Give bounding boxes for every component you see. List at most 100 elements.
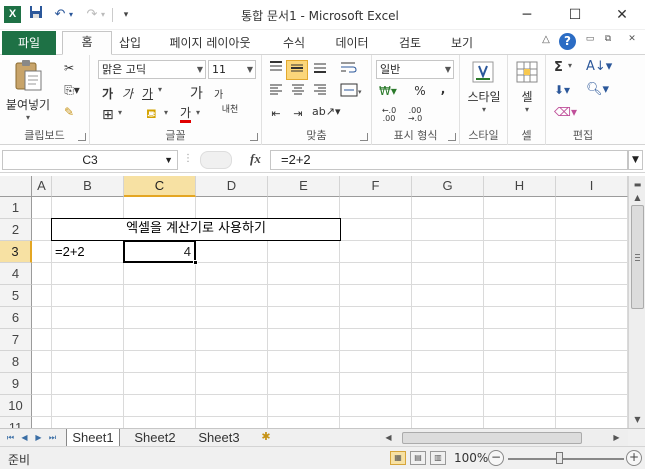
column-header-e[interactable]: E (268, 176, 340, 197)
column-header-g[interactable]: G (412, 176, 484, 197)
row-header-4[interactable]: 4 (0, 263, 32, 285)
align-center-icon[interactable] (288, 83, 308, 103)
number-launcher-icon[interactable] (448, 133, 456, 141)
borders-dropdown-icon[interactable]: ▾ (118, 108, 122, 117)
align-middle-icon[interactable] (286, 60, 308, 80)
vertical-scroll-thumb[interactable] (631, 205, 644, 309)
sheet-tab-sheet3[interactable]: Sheet3 (190, 429, 248, 447)
align-top-icon[interactable] (266, 60, 286, 80)
clear-icon[interactable]: ⌫▾ (554, 105, 577, 119)
cells-button[interactable]: 셀 ▾ (510, 59, 544, 119)
formula-input[interactable]: =2+2 (270, 150, 628, 170)
column-header-c[interactable]: C (124, 176, 196, 197)
workbook-restore-icon[interactable]: ⧉ (600, 34, 616, 44)
decrease-decimal-icon[interactable]: .00 →.0 (404, 107, 426, 123)
cell-c3-active[interactable]: 4 (123, 240, 196, 263)
styles-button[interactable]: 스타일 ▾ (462, 59, 506, 119)
page-break-view-icon[interactable]: ▥ (430, 451, 446, 465)
font-name-combo[interactable]: 맑은 고딕 ▼ (98, 60, 206, 79)
cell-b3[interactable]: =2+2 (55, 241, 85, 262)
font-launcher-icon[interactable] (250, 133, 258, 141)
grow-font-button[interactable]: 가 (190, 83, 203, 103)
zoom-in-button[interactable]: + (626, 450, 642, 466)
increase-decimal-icon[interactable]: ←.0.00 (378, 107, 400, 123)
zoom-out-button[interactable]: − (488, 450, 504, 466)
tab-page-layout[interactable]: 페이지 레이아웃 (160, 33, 260, 55)
horizontal-scroll-thumb[interactable] (402, 432, 582, 444)
close-button[interactable]: ✕ (599, 0, 645, 30)
sheet-tab-sheet1[interactable]: Sheet1 (66, 429, 120, 447)
alignment-launcher-icon[interactable] (360, 133, 368, 141)
phonetic-button[interactable]: 내천 (220, 105, 240, 115)
fill-icon[interactable]: ⬇▾ (554, 83, 570, 97)
worksheet-grid[interactable]: A B C D E F G H I 1 2 3 4 5 6 7 8 9 10 11 엑셀을 계산기로 사용하기 =2+2 4 (0, 176, 628, 428)
row-header-7[interactable]: 7 (0, 329, 32, 351)
scroll-up-icon[interactable]: ▲ (630, 190, 645, 205)
percent-button[interactable]: % (412, 84, 428, 98)
tab-formulas[interactable]: 수식 (276, 33, 312, 55)
insert-sheet-icon[interactable]: ✱ (256, 429, 276, 447)
increase-indent-icon[interactable]: ⇥ (288, 107, 308, 120)
row-header-5[interactable]: 5 (0, 285, 32, 307)
bold-button[interactable]: 가 (102, 85, 113, 102)
column-header-a[interactable]: A (32, 176, 52, 197)
redo-dropdown-icon[interactable]: ▾ (98, 5, 108, 25)
format-painter-icon[interactable]: ✎ (60, 105, 78, 119)
accounting-format-icon[interactable]: ₩▾ (378, 84, 398, 98)
save-icon[interactable] (26, 5, 46, 25)
scroll-down-icon[interactable]: ▼ (630, 412, 645, 427)
row-header-1[interactable]: 1 (0, 197, 32, 219)
font-size-combo[interactable]: 11 ▼ (208, 60, 256, 79)
normal-view-icon[interactable]: ▦ (390, 451, 406, 465)
tab-insert[interactable]: 삽입 (112, 33, 148, 55)
align-left-icon[interactable] (266, 83, 286, 103)
align-right-icon[interactable] (310, 83, 330, 103)
merge-center-icon[interactable]: ▾ (338, 83, 364, 103)
wrap-text-icon[interactable] (338, 60, 360, 80)
column-header-f[interactable]: F (340, 176, 412, 197)
name-box[interactable]: C3 ▼ (2, 150, 178, 170)
comma-button[interactable]: , (436, 82, 450, 96)
underline-button[interactable]: 가 (142, 85, 153, 102)
merged-title-cell[interactable]: 엑셀을 계산기로 사용하기 (51, 218, 341, 241)
tab-data[interactable]: 데이터 (328, 33, 376, 55)
zoom-slider-thumb[interactable] (556, 452, 563, 464)
column-header-h[interactable]: H (484, 176, 556, 197)
tab-review[interactable]: 검토 (392, 33, 428, 55)
maximize-button[interactable]: ☐ (552, 0, 598, 30)
shrink-font-button[interactable]: 가 (214, 86, 223, 101)
decrease-indent-icon[interactable]: ⇤ (266, 107, 286, 120)
column-header-d[interactable]: D (196, 176, 268, 197)
formula-bar-grip-icon[interactable]: ⋮ (183, 153, 193, 167)
minimize-button[interactable]: ─ (504, 0, 550, 30)
fill-color-icon[interactable]: ⛾ (146, 107, 157, 124)
fill-handle[interactable] (193, 260, 198, 265)
minimize-ribbon-icon[interactable]: △ (538, 34, 554, 45)
tab-home[interactable]: 홈 (62, 31, 112, 55)
row-header-10[interactable]: 10 (0, 395, 32, 417)
borders-icon[interactable]: ⊞ (102, 107, 114, 123)
zoom-slider[interactable] (508, 458, 624, 460)
customize-icon[interactable]: ▾ (116, 5, 136, 25)
fill-color-dropdown-icon[interactable]: ▾ (164, 108, 168, 117)
workbook-close-icon[interactable]: ✕ (624, 34, 640, 44)
prev-sheet-icon[interactable]: ◀ (18, 431, 31, 445)
scroll-left-icon[interactable]: ◀ (382, 431, 395, 445)
row-header-9[interactable]: 9 (0, 373, 32, 395)
paste-button[interactable]: 붙여넣기 ▾ (4, 59, 52, 122)
column-header-b[interactable]: B (52, 176, 124, 197)
page-layout-view-icon[interactable]: ▤ (410, 451, 426, 465)
insert-function-icon[interactable]: fx (250, 151, 261, 167)
tab-view[interactable]: 보기 (444, 33, 480, 55)
italic-button[interactable]: 가 (122, 85, 133, 102)
scroll-right-icon[interactable]: ▶ (610, 431, 623, 445)
find-select-icon[interactable]: 🔍︎▾ (586, 82, 609, 97)
tab-file[interactable]: 파일 (2, 31, 56, 55)
copy-icon[interactable]: ⎘▾ (60, 83, 84, 98)
last-sheet-icon[interactable]: ⏭ (46, 431, 59, 445)
autosum-dropdown-icon[interactable]: ▾ (568, 61, 572, 70)
expand-formula-bar-icon[interactable]: ▼ (628, 150, 643, 170)
column-header-i[interactable]: I (556, 176, 628, 197)
select-all-corner[interactable] (0, 176, 32, 197)
font-color-dropdown-icon[interactable]: ▾ (196, 108, 200, 117)
